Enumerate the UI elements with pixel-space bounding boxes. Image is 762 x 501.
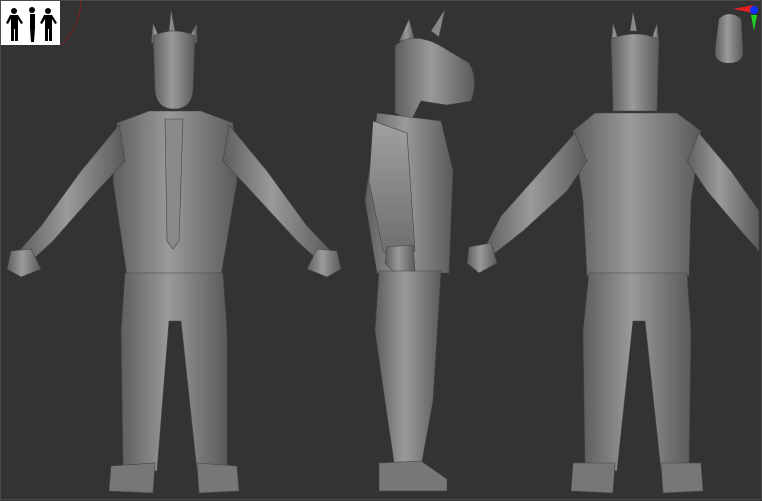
silhouette-icon bbox=[6, 7, 57, 42]
model-side-view bbox=[364, 8, 475, 492]
scene bbox=[6, 1, 760, 494]
model-back-view bbox=[466, 10, 760, 494]
y-axis-icon bbox=[751, 15, 757, 31]
orientation-gizmo[interactable] bbox=[715, 5, 758, 63]
rotation-arc bbox=[60, 1, 82, 46]
x-axis-icon bbox=[733, 5, 753, 13]
model-front-view bbox=[6, 8, 342, 494]
z-axis-icon bbox=[750, 6, 758, 14]
view-thumbnail[interactable] bbox=[1, 1, 60, 45]
3d-viewport[interactable] bbox=[0, 0, 762, 500]
gizmo-head-icon bbox=[715, 14, 743, 63]
